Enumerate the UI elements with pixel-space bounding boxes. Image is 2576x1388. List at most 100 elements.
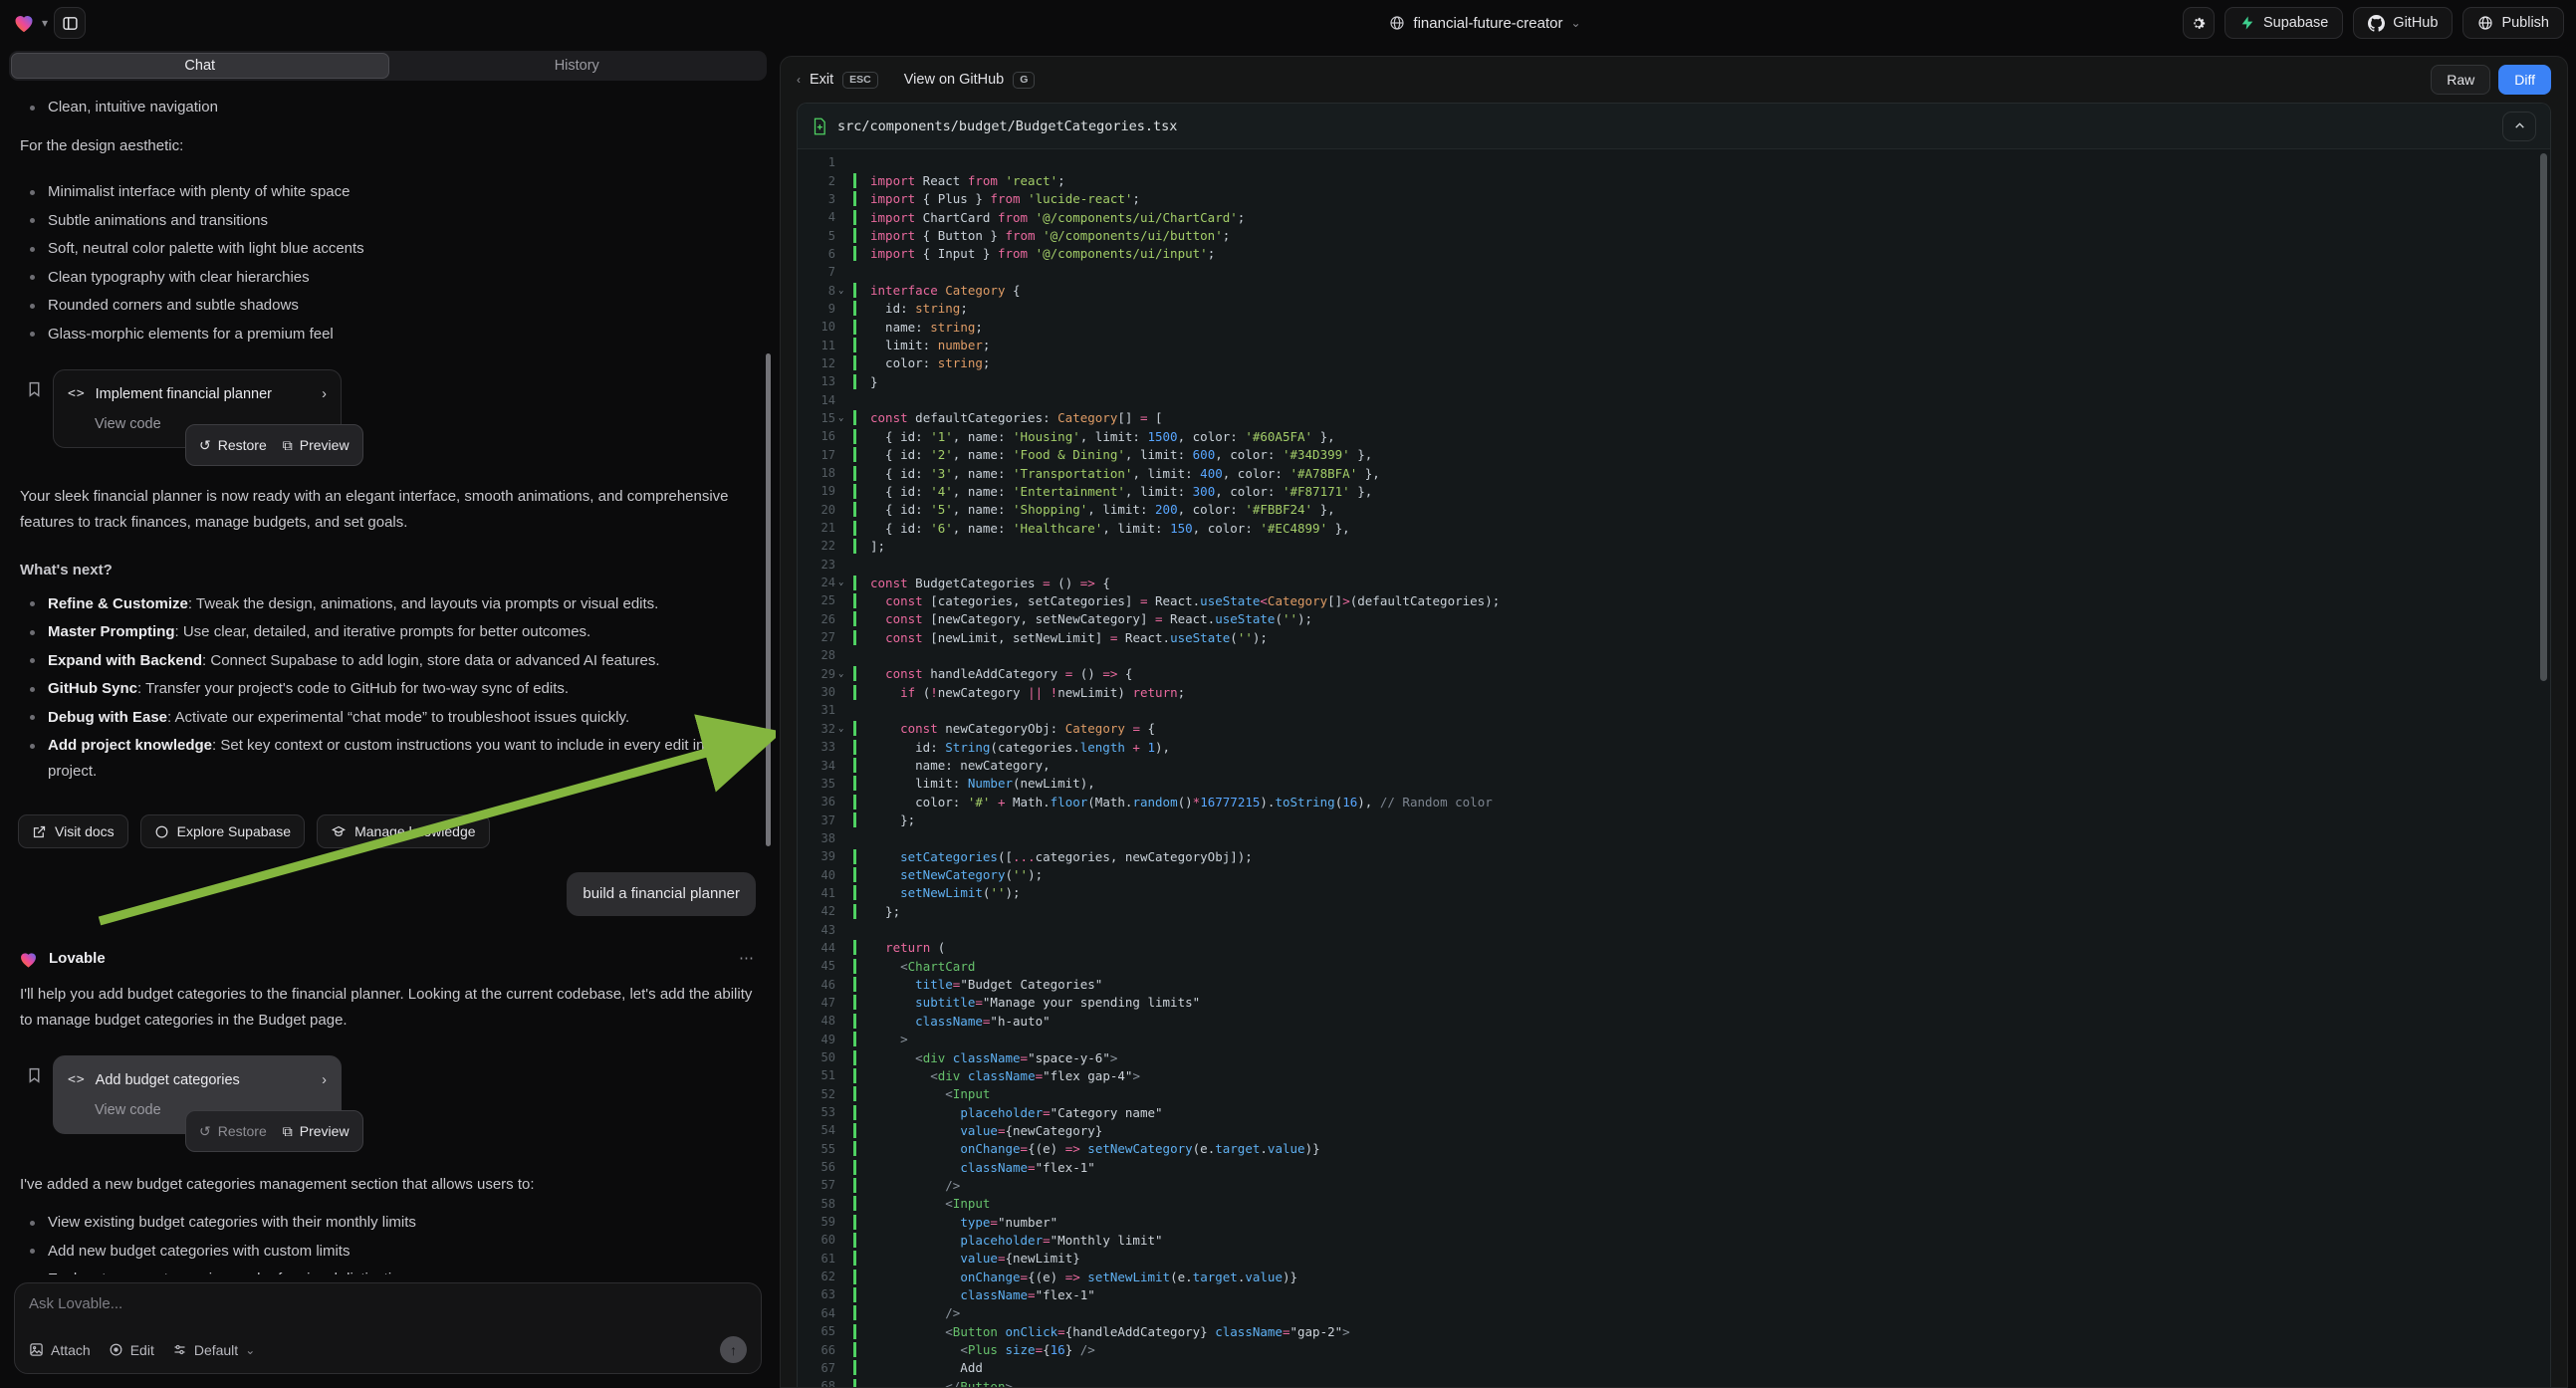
design-intro: For the design aesthetic: bbox=[20, 133, 756, 159]
message-menu-button[interactable]: ⋯ bbox=[739, 946, 756, 972]
settings-button[interactable] bbox=[2183, 7, 2215, 39]
code-line: 65⌄ <Button onClick={handleAddCategory} … bbox=[798, 1322, 2550, 1340]
assistant-header: Lovable ⋯ bbox=[18, 946, 756, 972]
list-item: Add new budget categories with custom li… bbox=[18, 1239, 756, 1265]
code-line: 17⌄ { id: '2', name: 'Food & Dining', li… bbox=[798, 446, 2550, 464]
code-line: 22⌄]; bbox=[798, 537, 2550, 555]
exit-button[interactable]: ‹ Exit ESC bbox=[797, 72, 878, 89]
fold-chevron-icon[interactable]: ⌄ bbox=[838, 286, 847, 296]
code-line: 55⌄ onChange={(e) => setNewCategory(e.ta… bbox=[798, 1140, 2550, 1158]
restore-button[interactable]: ↺Restore bbox=[199, 432, 267, 458]
diff-button[interactable]: Diff bbox=[2498, 65, 2551, 95]
fold-chevron-icon[interactable]: ⌄ bbox=[838, 578, 847, 587]
file-added-icon bbox=[812, 117, 827, 135]
explore-supabase-button[interactable]: Explore Supabase bbox=[140, 814, 305, 848]
external-link-icon: ⧉ bbox=[283, 1118, 293, 1144]
code-line: 25⌄ const [categories, setCategories] = … bbox=[798, 591, 2550, 609]
supabase-outline-icon bbox=[154, 824, 169, 839]
view-on-github-button[interactable]: View on GitHub G bbox=[904, 72, 1036, 89]
chat-history-tabs: Chat History bbox=[9, 51, 767, 81]
chat-input[interactable] bbox=[29, 1295, 747, 1325]
chat-scroll-area[interactable]: Clean, intuitive navigation For the desi… bbox=[0, 85, 776, 1274]
code-line: 50⌄ <div className="space-y-6"> bbox=[798, 1048, 2550, 1066]
code-file-card: src/components/budget/BudgetCategories.t… bbox=[797, 103, 2551, 1387]
list-item: View existing budget categories with the… bbox=[18, 1210, 756, 1236]
attach-button[interactable]: Attach bbox=[29, 1342, 91, 1358]
project-chevron-down-icon: ⌄ bbox=[1571, 16, 1581, 30]
project-switcher[interactable]: financial-future-creator ⌄ bbox=[788, 15, 2183, 32]
project-name: financial-future-creator bbox=[1413, 15, 1562, 32]
topbar-left: ▾ bbox=[12, 7, 788, 39]
list-item: Soft, neutral color palette with light b… bbox=[18, 236, 756, 262]
supabase-button[interactable]: Supabase bbox=[2225, 7, 2343, 39]
design-bullet-list: Minimalist interface with plenty of whit… bbox=[18, 179, 756, 347]
list-item: Debug with Ease: Activate our experiment… bbox=[18, 705, 756, 731]
preview-button[interactable]: ⧉Preview bbox=[283, 1118, 350, 1144]
model-selector[interactable]: Default ⌄ bbox=[172, 1342, 255, 1358]
list-item: Refine & Customize: Tweak the design, an… bbox=[18, 591, 756, 617]
gear-icon bbox=[2190, 15, 2207, 32]
send-button[interactable]: ↑ bbox=[720, 1336, 747, 1363]
code-line: 37⌄ }; bbox=[798, 810, 2550, 828]
code-line: 24⌄const BudgetCategories = () => { bbox=[798, 574, 2550, 591]
lovable-logo-icon[interactable] bbox=[12, 11, 36, 35]
publish-button[interactable]: Publish bbox=[2462, 7, 2564, 39]
code-line: 18⌄ { id: '3', name: 'Transportation', l… bbox=[798, 464, 2550, 482]
code-line: 27⌄ const [newLimit, setNewLimit] = Reac… bbox=[798, 628, 2550, 646]
code-line: 56⌄ className="flex-1" bbox=[798, 1158, 2550, 1176]
quick-actions-row: Visit docs Explore Supabase Manage knowl… bbox=[18, 814, 756, 848]
logo-chevron-down-icon[interactable]: ▾ bbox=[42, 16, 48, 30]
list-item: Rounded corners and subtle shadows bbox=[18, 293, 756, 319]
code-line: 67⌄ Add bbox=[798, 1359, 2550, 1377]
code-line: 45⌄ <ChartCard bbox=[798, 957, 2550, 975]
user-message-row: build a financial planner bbox=[18, 872, 756, 916]
restore-button[interactable]: ↺Restore bbox=[199, 1118, 267, 1144]
code-line: 64⌄ /> bbox=[798, 1304, 2550, 1322]
preview-button[interactable]: ⧉Preview bbox=[283, 432, 350, 458]
code-icon: <> bbox=[68, 1067, 86, 1093]
visit-docs-button[interactable]: Visit docs bbox=[18, 814, 128, 848]
tab-chat[interactable]: Chat bbox=[11, 53, 389, 79]
code-scrollbar[interactable] bbox=[2540, 153, 2547, 681]
lovable-app: ▾ financial-future-creator ⌄ bbox=[0, 0, 2576, 1388]
code-line: 31⌄ bbox=[798, 701, 2550, 719]
github-icon bbox=[2368, 15, 2385, 32]
chevron-down-icon: ⌄ bbox=[245, 1343, 255, 1357]
chevron-right-icon: › bbox=[322, 1067, 327, 1093]
version-card-title: Add budget categories bbox=[96, 1067, 240, 1093]
edit-target-icon bbox=[109, 1342, 123, 1357]
code-lines[interactable]: 1⌄2⌄import React from 'react';3⌄import {… bbox=[798, 149, 2550, 1387]
list-item: GitHub Sync: Transfer your project's cod… bbox=[18, 676, 756, 702]
version-card-group-2: <> Add budget categories › View code ↺Re… bbox=[26, 1055, 756, 1134]
user-message-bubble: build a financial planner bbox=[567, 872, 756, 916]
code-line: 59⌄ type="number" bbox=[798, 1213, 2550, 1231]
code-line: 47⌄ subtitle="Manage your spending limit… bbox=[798, 994, 2550, 1012]
list-item: Minimalist interface with plenty of whit… bbox=[18, 179, 756, 205]
chevron-left-icon: ‹ bbox=[797, 73, 801, 87]
edit-button[interactable]: Edit bbox=[109, 1342, 154, 1358]
code-line: 41⌄ setNewLimit(''); bbox=[798, 884, 2550, 902]
fold-chevron-icon[interactable]: ⌄ bbox=[838, 724, 847, 734]
code-line: 48⌄ className="h-auto" bbox=[798, 1012, 2550, 1030]
code-line: 13⌄} bbox=[798, 372, 2550, 390]
github-button[interactable]: GitHub bbox=[2353, 7, 2453, 39]
collapse-file-button[interactable] bbox=[2502, 112, 2536, 141]
raw-button[interactable]: Raw bbox=[2431, 65, 2490, 95]
fold-chevron-icon[interactable]: ⌄ bbox=[838, 413, 847, 423]
file-path: src/components/budget/BudgetCategories.t… bbox=[837, 118, 1177, 134]
list-item: Each category gets a unique color for vi… bbox=[18, 1267, 756, 1274]
file-header[interactable]: src/components/budget/BudgetCategories.t… bbox=[798, 104, 2550, 149]
version-card-group-1: <> Implement financial planner › View co… bbox=[26, 369, 756, 448]
chat-scrollbar[interactable] bbox=[766, 353, 771, 846]
code-line: 58⌄ <Input bbox=[798, 1195, 2550, 1213]
tab-history[interactable]: History bbox=[389, 53, 766, 79]
bookmark-icon[interactable] bbox=[26, 1065, 43, 1085]
list-item: Clean typography with clear hierarchies bbox=[18, 265, 756, 291]
code-line: 21⌄ { id: '6', name: 'Healthcare', limit… bbox=[798, 519, 2550, 537]
fold-chevron-icon[interactable]: ⌄ bbox=[838, 669, 847, 679]
code-line: 60⌄ placeholder="Monthly limit" bbox=[798, 1231, 2550, 1249]
bookmark-icon[interactable] bbox=[26, 379, 43, 399]
sliders-icon bbox=[172, 1342, 187, 1357]
sidebar-toggle-button[interactable] bbox=[54, 7, 86, 39]
manage-knowledge-button[interactable]: Manage knowledge bbox=[317, 814, 489, 848]
